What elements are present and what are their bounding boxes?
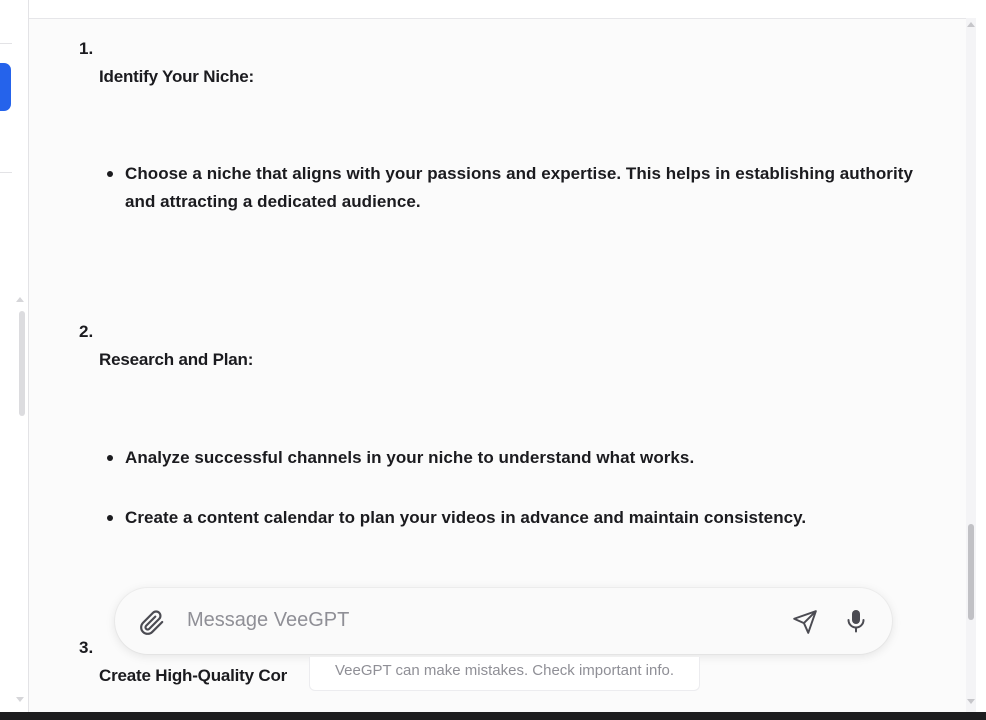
sidebar-scroll-down-arrow[interactable] — [16, 697, 24, 702]
bullet-marker — [107, 171, 113, 177]
sidebar — [0, 0, 29, 712]
sidebar-scrollbar-thumb[interactable] — [19, 311, 25, 416]
message-input[interactable] — [185, 605, 749, 635]
window-edge — [976, 0, 986, 712]
send-icon[interactable] — [792, 609, 818, 635]
sidebar-divider — [0, 43, 12, 44]
disclaimer-text: VeeGPT can make mistakes. Check importan… — [309, 657, 700, 691]
bullet-marker — [107, 515, 113, 521]
step-title-text: Identify Your Niche — [99, 67, 249, 86]
bullet-marker — [107, 455, 113, 461]
bottom-bar — [0, 712, 986, 720]
step-title: Research and Plan: — [99, 350, 254, 369]
sidebar-scroll-up-arrow[interactable] — [16, 297, 24, 302]
step-title: Create High-Quality Cor — [99, 666, 288, 685]
sidebar-active-tab[interactable] — [0, 63, 11, 111]
scroll-down-arrow[interactable] — [967, 699, 975, 704]
step-title: Identify Your Niche: — [99, 67, 255, 86]
microphone-icon[interactable] — [844, 608, 868, 634]
step-number: 3. — [79, 638, 94, 657]
step-number: 2. — [79, 322, 94, 341]
step-bullet: Create a content calendar to plan your v… — [125, 508, 807, 527]
message-composer — [115, 588, 892, 654]
top-bar — [29, 0, 976, 19]
sidebar-divider — [0, 172, 12, 173]
step-bullet: Choose a niche that aligns with your pas… — [125, 164, 913, 211]
paperclip-icon[interactable] — [139, 610, 165, 636]
step-bullet: Analyze successful channels in your nich… — [125, 448, 695, 467]
page-scrollbar[interactable] — [966, 18, 976, 712]
step-title-text: Research and Plan — [99, 350, 248, 369]
scroll-up-arrow[interactable] — [967, 22, 975, 27]
step-number: 1. — [79, 39, 94, 58]
scrollbar-thumb[interactable] — [968, 524, 974, 620]
